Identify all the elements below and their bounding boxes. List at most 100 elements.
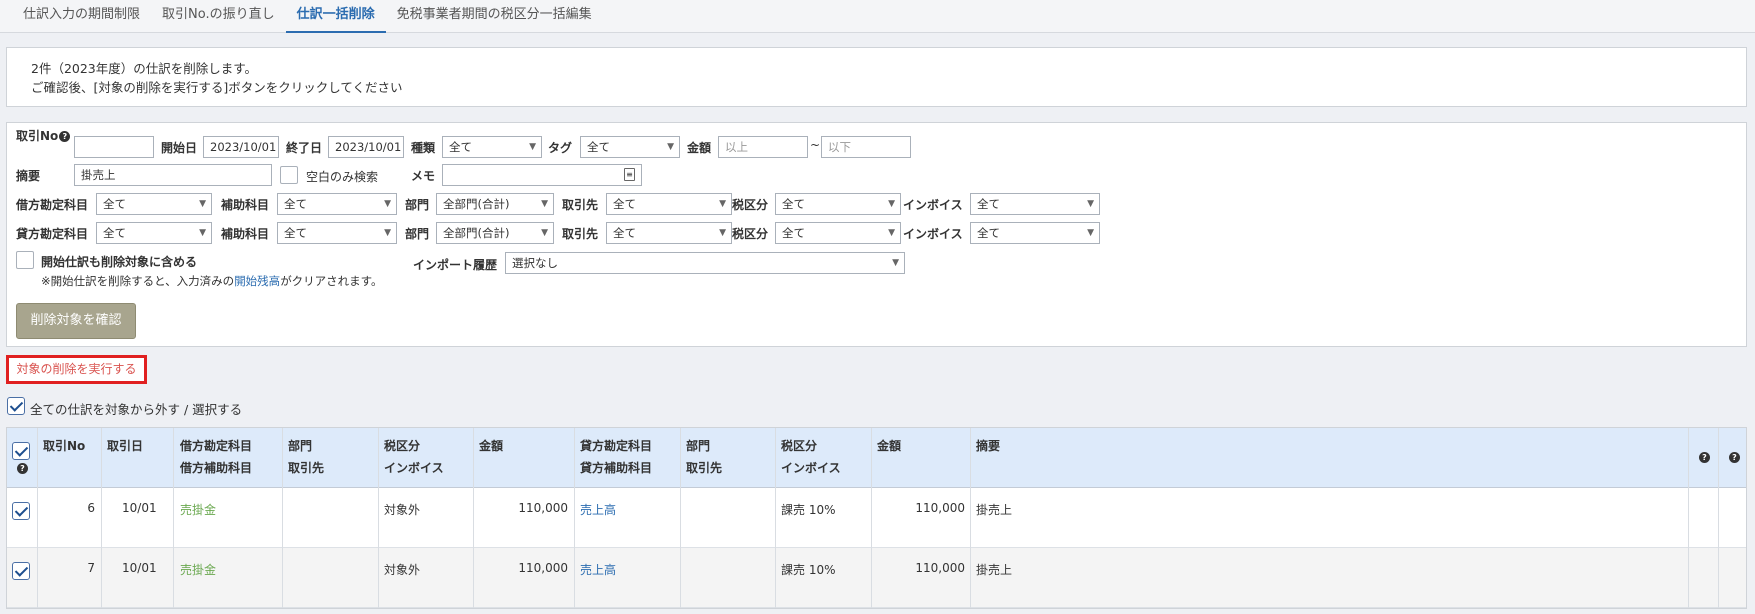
opening-balance-link[interactable]: 開始残高 xyxy=(234,274,280,288)
help-icon[interactable]: ? xyxy=(17,463,28,474)
opening-note: ※開始仕訳を削除すると、入力済みの開始残高がクリアされます。 xyxy=(41,274,383,288)
note-icon: ≡ xyxy=(624,168,635,181)
end-date-label: 終了日 xyxy=(286,141,323,155)
chevron-down-icon: ▼ xyxy=(1087,228,1094,238)
credit-sub-label: 補助科目 xyxy=(221,227,270,241)
start-date-label: 開始日 xyxy=(161,141,198,155)
search-panel: 取引No? 開始日 2023/10/01 終了日 2023/10/01 種類 全… xyxy=(6,122,1747,347)
cell-credit-tax: 課売 10% xyxy=(781,503,836,517)
debit-tax-select[interactable]: 全て ▼ xyxy=(775,193,901,215)
import-history-select[interactable]: 選択なし ▼ xyxy=(505,252,905,274)
tab-renumber[interactable]: 取引No.の振り直し xyxy=(151,0,286,33)
col-credit-dept: 部門 xyxy=(686,439,711,453)
col-debit-invoice: インボイス xyxy=(384,461,444,475)
credit-partner-label: 取引先 xyxy=(562,227,599,241)
col-debit-amount: 金額 xyxy=(479,439,504,453)
tab-tax-bulk-edit[interactable]: 免税事業者期間の税区分一括編集 xyxy=(386,0,603,33)
debit-invoice-select[interactable]: 全て ▼ xyxy=(970,193,1100,215)
debit-partner-select[interactable]: 全て ▼ xyxy=(606,193,732,215)
cell-debit-amount: 110,000 xyxy=(518,561,568,575)
amount-label: 金額 xyxy=(687,141,712,155)
col-credit-tax: 税区分 xyxy=(781,439,818,453)
end-date-input[interactable]: 2023/10/01 xyxy=(328,136,404,158)
chevron-down-icon: ▼ xyxy=(892,258,899,268)
cell-credit-account[interactable]: 売上高 xyxy=(580,561,616,578)
include-opening-checkbox[interactable] xyxy=(16,251,34,269)
select-all-checkbox[interactable] xyxy=(7,397,25,415)
amount-tilde: ~ xyxy=(810,138,821,152)
cell-summary: 掛売上 xyxy=(976,503,1013,517)
info-line-1: 2件（2023年度）の仕訳を削除します。 xyxy=(31,61,258,76)
help-icon[interactable]: ? xyxy=(59,131,71,142)
credit-invoice-select[interactable]: 全て ▼ xyxy=(970,222,1100,244)
chevron-down-icon: ▼ xyxy=(529,142,536,152)
blank-only-label: 空白のみ検索 xyxy=(306,170,379,184)
debit-invoice-label: インボイス xyxy=(903,198,963,212)
execute-delete-link[interactable]: 対象の削除を実行する xyxy=(6,355,147,384)
chevron-down-icon: ▼ xyxy=(384,199,391,209)
debit-sub-select[interactable]: 全て ▼ xyxy=(277,193,397,215)
select-all-label[interactable]: 全ての仕訳を対象から外す / 選択する xyxy=(30,399,242,418)
col-debit-tax: 税区分 xyxy=(384,439,421,453)
memo-label: メモ xyxy=(411,169,436,183)
chevron-down-icon: ▼ xyxy=(541,199,548,209)
blank-only-checkbox[interactable] xyxy=(280,166,298,184)
credit-account-label: 貸方勘定科目 xyxy=(16,227,89,241)
amount-max-input[interactable]: 以下 xyxy=(821,136,911,158)
row-checkbox[interactable] xyxy=(12,562,30,580)
amount-min-input[interactable]: 以上 xyxy=(718,136,808,158)
chevron-down-icon: ▼ xyxy=(888,199,895,209)
chevron-down-icon: ▼ xyxy=(384,228,391,238)
tag-label: タグ xyxy=(548,141,573,155)
start-date-input[interactable]: 2023/10/01 xyxy=(203,136,279,158)
col-debit-partner: 取引先 xyxy=(288,461,325,475)
summary-input[interactable]: 掛売上 xyxy=(74,164,272,186)
confirm-delete-target-button[interactable]: 削除対象を確認 xyxy=(16,303,136,339)
credit-partner-select[interactable]: 全て ▼ xyxy=(606,222,732,244)
include-opening-label: 開始仕訳も削除対象に含める xyxy=(41,255,198,269)
debit-dept-label: 部門 xyxy=(405,198,430,212)
credit-tax-label: 税区分 xyxy=(732,227,769,241)
debit-account-select[interactable]: 全て ▼ xyxy=(96,193,212,215)
cell-summary: 掛売上 xyxy=(976,563,1013,577)
cell-debit-tax: 対象外 xyxy=(384,563,421,577)
header-select-checkbox[interactable] xyxy=(12,442,30,460)
table-row xyxy=(7,548,1746,608)
credit-sub-select[interactable]: 全て ▼ xyxy=(277,222,397,244)
credit-tax-select[interactable]: 全て ▼ xyxy=(775,222,901,244)
help-icon[interactable]: ? xyxy=(1699,452,1710,463)
type-select[interactable]: 全て ▼ xyxy=(442,136,542,158)
debit-partner-label: 取引先 xyxy=(562,198,599,212)
col-date: 取引日 xyxy=(107,439,144,453)
credit-invoice-label: インボイス xyxy=(903,227,963,241)
tab-period-limit[interactable]: 仕訳入力の期間制限 xyxy=(12,0,151,33)
debit-sub-label: 補助科目 xyxy=(221,198,270,212)
chevron-down-icon: ▼ xyxy=(719,199,726,209)
col-credit-partner: 取引先 xyxy=(686,461,723,475)
col-debit-dept: 部門 xyxy=(288,439,313,453)
info-line-2: ご確認後、[対象の削除を実行する]ボタンをクリックしてください xyxy=(31,80,403,95)
chevron-down-icon: ▼ xyxy=(888,228,895,238)
torihiki-no-input[interactable] xyxy=(74,136,154,158)
col-summary: 摘要 xyxy=(976,439,1001,453)
table-row xyxy=(7,488,1746,548)
tab-bulk-delete[interactable]: 仕訳一括削除 xyxy=(285,0,386,33)
col-debit-account: 借方勘定科目 xyxy=(180,439,253,453)
credit-dept-select[interactable]: 全部門(合計) ▼ xyxy=(436,222,554,244)
cell-debit-account[interactable]: 売掛金 xyxy=(180,561,216,578)
credit-account-select[interactable]: 全て ▼ xyxy=(96,222,212,244)
col-debit-sub: 借方補助科目 xyxy=(180,461,253,475)
chevron-down-icon: ▼ xyxy=(541,228,548,238)
cell-credit-account[interactable]: 売上高 xyxy=(580,501,616,518)
summary-label: 摘要 xyxy=(16,169,41,183)
cell-debit-account[interactable]: 売掛金 xyxy=(180,501,216,518)
col-credit-invoice: インボイス xyxy=(781,461,841,475)
tab-bar: 仕訳入力の期間制限 取引No.の振り直し 仕訳一括削除 免税事業者期間の税区分一… xyxy=(0,0,1755,33)
memo-input[interactable]: ≡ xyxy=(442,164,642,186)
col-credit-account: 貸方勘定科目 xyxy=(580,439,653,453)
row-checkbox[interactable] xyxy=(12,502,30,520)
info-message: 2件（2023年度）の仕訳を削除します。 ご確認後、[対象の削除を実行する]ボタ… xyxy=(6,47,1747,107)
help-icon[interactable]: ? xyxy=(1729,452,1740,463)
tag-select[interactable]: 全て ▼ xyxy=(580,136,680,158)
debit-dept-select[interactable]: 全部門(合計) ▼ xyxy=(436,193,554,215)
